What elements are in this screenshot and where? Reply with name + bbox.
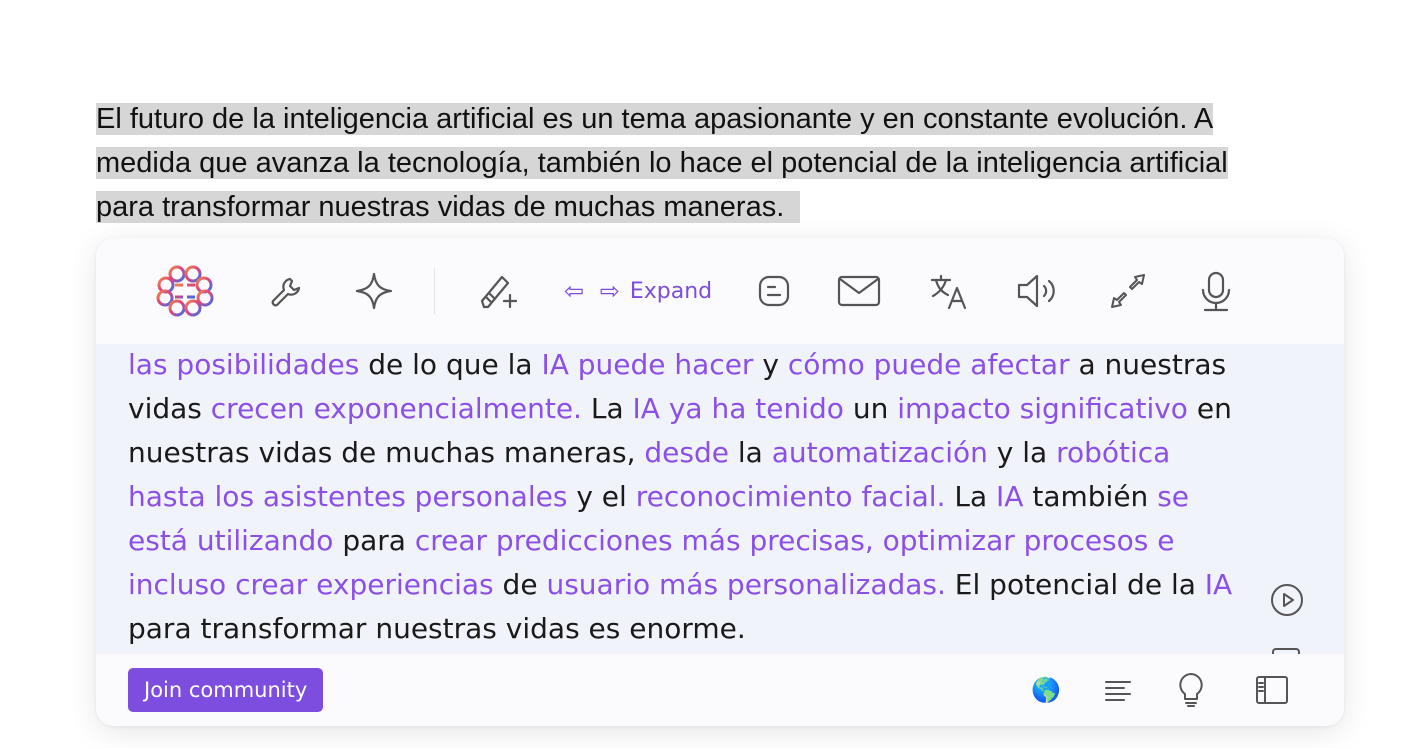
globe-icon[interactable]: 🌎 xyxy=(1030,672,1062,708)
highlighted-phrase[interactable]: usuario más personalizadas. xyxy=(546,568,945,601)
highlighted-phrase[interactable]: crecen exponencialmente. xyxy=(211,392,582,425)
selected-line: El futuro de la inteligencia artificial … xyxy=(96,103,1214,135)
align-text-icon[interactable] xyxy=(1102,672,1134,708)
text-segment: de xyxy=(493,568,547,601)
expand-button[interactable]: ⇦ ⇨ Expand xyxy=(564,268,712,314)
toolbar-divider xyxy=(434,268,435,314)
text-segment: también xyxy=(1023,480,1158,513)
speaker-icon[interactable] xyxy=(1014,266,1062,316)
play-icon[interactable] xyxy=(1270,583,1304,617)
selected-paragraph: El futuro de la inteligencia artificial … xyxy=(96,97,1356,229)
toolbar: ⇦ ⇨ Expand xyxy=(96,238,1344,345)
text-segment: y la xyxy=(987,436,1057,469)
ai-assistant-panel: ⇦ ⇨ Expand las posibilidades de lo que l… xyxy=(96,238,1344,726)
generated-text-area[interactable]: las posibilidades de lo que la IA puede … xyxy=(96,344,1344,654)
highlighted-phrase[interactable]: automatización xyxy=(772,436,988,469)
text-segment: para xyxy=(333,524,415,557)
wrench-icon[interactable] xyxy=(266,266,306,316)
expand-arrows-icon: ⇦ ⇨ xyxy=(564,277,624,305)
translate-icon[interactable] xyxy=(926,266,970,316)
selected-line: para transformar nuestras vidas de mucha… xyxy=(96,191,801,223)
highlighted-phrase[interactable]: impacto significativo xyxy=(897,392,1188,425)
join-community-button[interactable]: Join community xyxy=(128,668,324,712)
blogger-icon[interactable] xyxy=(754,266,794,316)
highlighted-phrase[interactable]: IA ya ha tenido xyxy=(633,392,844,425)
text-segment: El potencial de la xyxy=(945,568,1205,601)
text-segment: y xyxy=(753,348,788,381)
expand-label: Expand xyxy=(629,278,713,304)
text-segment: La xyxy=(581,392,633,425)
highlighted-phrase[interactable]: las posibilidades xyxy=(128,348,359,381)
highlighted-phrase[interactable]: desde xyxy=(644,436,729,469)
text-segment: la xyxy=(728,436,772,469)
microphone-icon[interactable] xyxy=(1196,266,1236,316)
selected-line: medida que avanza la tecnología, también… xyxy=(96,147,1228,179)
footer-bar: Join community 🌎 xyxy=(96,654,1344,726)
text-segment: para transformar nuestras vidas es enorm… xyxy=(128,612,746,645)
lightbulb-icon[interactable] xyxy=(1174,672,1208,708)
generated-text: las posibilidades de lo que la IA puede … xyxy=(128,344,1238,651)
magic-pen-icon[interactable] xyxy=(476,266,520,316)
brain-logo-icon[interactable] xyxy=(150,265,222,317)
highlighted-phrase[interactable]: cómo puede afectar xyxy=(788,348,1070,381)
text-segment: de lo que la xyxy=(359,348,542,381)
highlighted-phrase[interactable]: IA xyxy=(996,480,1023,513)
mail-icon[interactable] xyxy=(836,266,882,316)
text-segment: La xyxy=(945,480,997,513)
text-segment: y el xyxy=(567,480,636,513)
highlighted-phrase[interactable]: reconocimiento facial. xyxy=(636,480,946,513)
collapse-arrows-icon[interactable] xyxy=(1106,266,1150,316)
highlighted-phrase[interactable]: IA xyxy=(1205,568,1232,601)
highlighted-phrase[interactable]: IA puede hacer xyxy=(541,348,753,381)
text-segment: un xyxy=(843,392,898,425)
sparkle-icon[interactable] xyxy=(352,266,396,316)
sidebar-icon[interactable] xyxy=(1254,672,1290,708)
